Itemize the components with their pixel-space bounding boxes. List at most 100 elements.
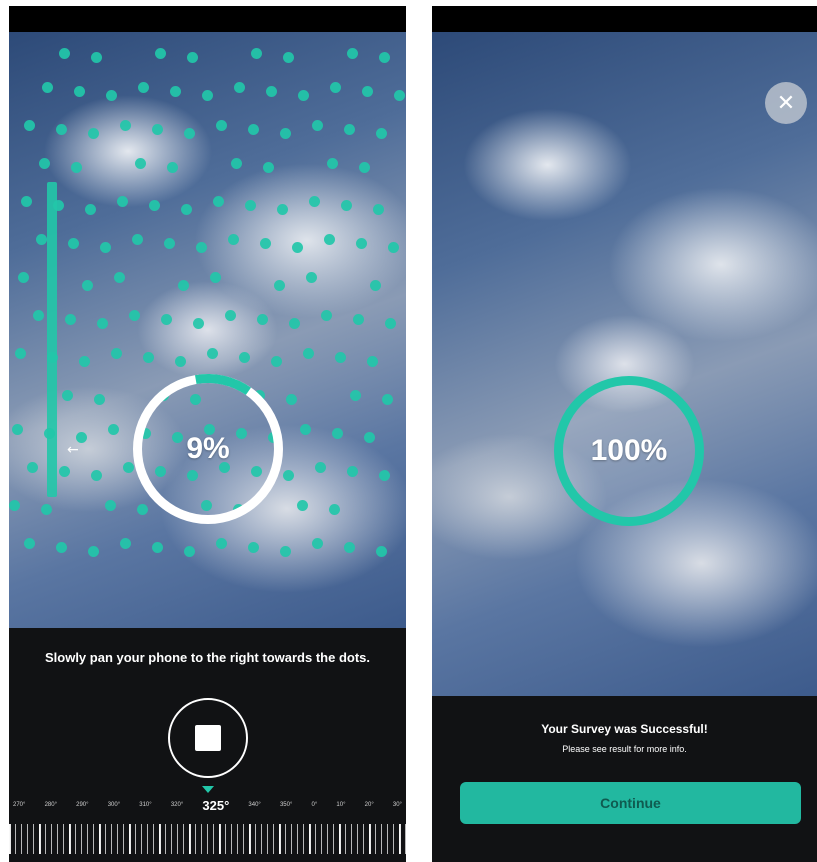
- target-dot: [61, 390, 73, 401]
- target-dot: [56, 124, 67, 135]
- target-dot: [96, 318, 108, 329]
- target-dot: [274, 280, 285, 291]
- target-dot: [306, 272, 317, 283]
- compass-label: 30°: [392, 802, 402, 808]
- target-dot: [18, 272, 29, 283]
- target-dot: [195, 242, 207, 253]
- target-dot: [335, 352, 346, 363]
- target-dot: [111, 348, 122, 359]
- target-dot: [207, 348, 218, 359]
- target-dot: [283, 52, 294, 63]
- target-dot: [376, 128, 387, 139]
- target-dot: [367, 356, 378, 367]
- target-dot: [239, 352, 250, 363]
- target-dot: [85, 204, 96, 215]
- compass-label: 320°: [170, 802, 184, 808]
- target-dot: [137, 504, 148, 515]
- target-dot: [93, 394, 105, 405]
- close-button[interactable]: ✕: [765, 82, 807, 124]
- bottom-panel: Your Survey was Successful! Please see r…: [432, 696, 817, 862]
- target-dot: [21, 196, 32, 207]
- close-icon: ✕: [776, 90, 796, 116]
- target-dot: [247, 542, 259, 553]
- success-title: Your Survey was Successful!: [541, 722, 708, 736]
- coverage-bar: [47, 182, 57, 497]
- progress-ring: 9%: [133, 374, 283, 524]
- target-dot: [38, 158, 50, 169]
- compass-scale[interactable]: 270° 280° 290° 300° 310° 320° 325° 340° 350° 0° 10…: [9, 796, 406, 814]
- target-dot: [58, 466, 70, 477]
- target-dot: [384, 318, 396, 329]
- compass-label: 0°: [311, 802, 318, 808]
- left-arrow-icon: ←: [67, 442, 79, 458]
- target-dot: [320, 310, 332, 321]
- target-dot: [303, 348, 314, 359]
- target-dot: [346, 466, 358, 477]
- target-dot: [343, 542, 355, 553]
- target-dot: [297, 500, 308, 511]
- target-dot: [271, 356, 282, 367]
- target-dot: [332, 428, 343, 439]
- target-dot: [314, 462, 326, 473]
- target-dot: [259, 238, 271, 249]
- target-dot: [88, 128, 99, 139]
- target-dot: [9, 500, 20, 511]
- target-dot: [41, 504, 52, 515]
- target-dot: [192, 318, 204, 329]
- continue-button[interactable]: Continue: [460, 782, 801, 824]
- status-bar: [9, 6, 406, 32]
- target-dot: [379, 52, 390, 63]
- target-dot: [131, 234, 143, 245]
- target-dot: [23, 538, 35, 549]
- target-dot: [15, 348, 26, 359]
- target-dot: [183, 546, 195, 557]
- target-dot: [344, 124, 355, 135]
- target-dot: [277, 204, 288, 215]
- camera-view: ← 9%: [9, 32, 406, 628]
- target-dot: [201, 90, 213, 101]
- target-dot: [24, 120, 35, 131]
- compass-label: 280°: [44, 802, 57, 808]
- target-dot: [378, 470, 390, 481]
- target-dot: [373, 204, 384, 215]
- target-dot: [137, 82, 149, 93]
- target-dot: [309, 196, 320, 207]
- compass-label: 310°: [139, 802, 152, 808]
- target-dot: [64, 314, 76, 325]
- target-dot: [87, 546, 99, 557]
- compass-label: 300°: [107, 802, 121, 808]
- target-dot: [73, 86, 85, 97]
- target-dot: [329, 504, 340, 515]
- stop-button[interactable]: [168, 698, 248, 778]
- target-dot: [312, 120, 323, 131]
- target-dot: [291, 242, 303, 253]
- survey-screen-complete: ✕ 100% Your Survey was Successful! Pleas…: [432, 6, 817, 862]
- target-dot: [149, 200, 160, 211]
- success-subtitle: Please see result for more info.: [562, 744, 687, 754]
- target-dot: [251, 48, 262, 59]
- target-dot: [119, 538, 131, 549]
- compass-label: 340°: [248, 802, 261, 808]
- compass-marker-icon: [202, 786, 214, 793]
- target-dot: [381, 394, 393, 405]
- target-dot: [32, 310, 44, 321]
- target-dot: [347, 48, 358, 59]
- target-dot: [326, 158, 338, 169]
- target-dot: [91, 52, 102, 63]
- target-dot: [364, 432, 375, 443]
- target-dot: [152, 124, 163, 135]
- target-dot: [169, 86, 181, 97]
- target-dot: [70, 162, 82, 173]
- target-dot: [224, 310, 236, 321]
- target-dot: [134, 158, 146, 169]
- target-dot: [114, 272, 125, 283]
- target-dot: [311, 538, 323, 549]
- compass-label: 10°: [336, 802, 346, 808]
- target-dot: [213, 196, 224, 207]
- target-dot: [248, 124, 259, 135]
- target-dot: [155, 48, 166, 59]
- target-dot: [26, 462, 38, 473]
- camera-view: ✕ 100%: [432, 32, 817, 696]
- target-dot: [105, 90, 117, 101]
- target-dot: [67, 238, 79, 249]
